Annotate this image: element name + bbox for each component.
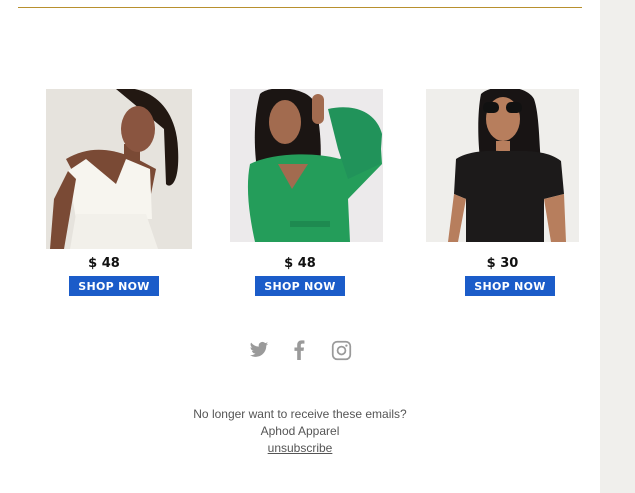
product-price: $ 30 <box>486 256 519 271</box>
right-gutter <box>600 0 635 493</box>
shop-now-button[interactable]: SHOP NOW <box>465 276 555 296</box>
instagram-icon[interactable] <box>331 340 352 366</box>
footer-unsubscribe-line: unsubscribe <box>0 441 600 455</box>
shop-now-button[interactable]: SHOP NOW <box>255 276 345 296</box>
product-image-green-top[interactable] <box>230 89 383 242</box>
social-links <box>246 340 356 362</box>
product-image-black-tee[interactable] <box>426 89 579 242</box>
footer-optout-text: No longer want to receive these emails? <box>193 407 407 421</box>
product-image-white-top[interactable] <box>46 89 192 249</box>
twitter-icon[interactable] <box>248 340 270 365</box>
shop-now-button[interactable]: SHOP NOW <box>69 276 159 296</box>
top-divider <box>18 7 582 8</box>
facebook-icon[interactable] <box>292 340 306 365</box>
unsubscribe-link[interactable]: unsubscribe <box>268 441 333 455</box>
product-price: $ 48 <box>88 256 120 271</box>
footer-company-name: Aphod Apparel <box>260 424 340 438</box>
product-price: $ 48 <box>284 256 316 271</box>
